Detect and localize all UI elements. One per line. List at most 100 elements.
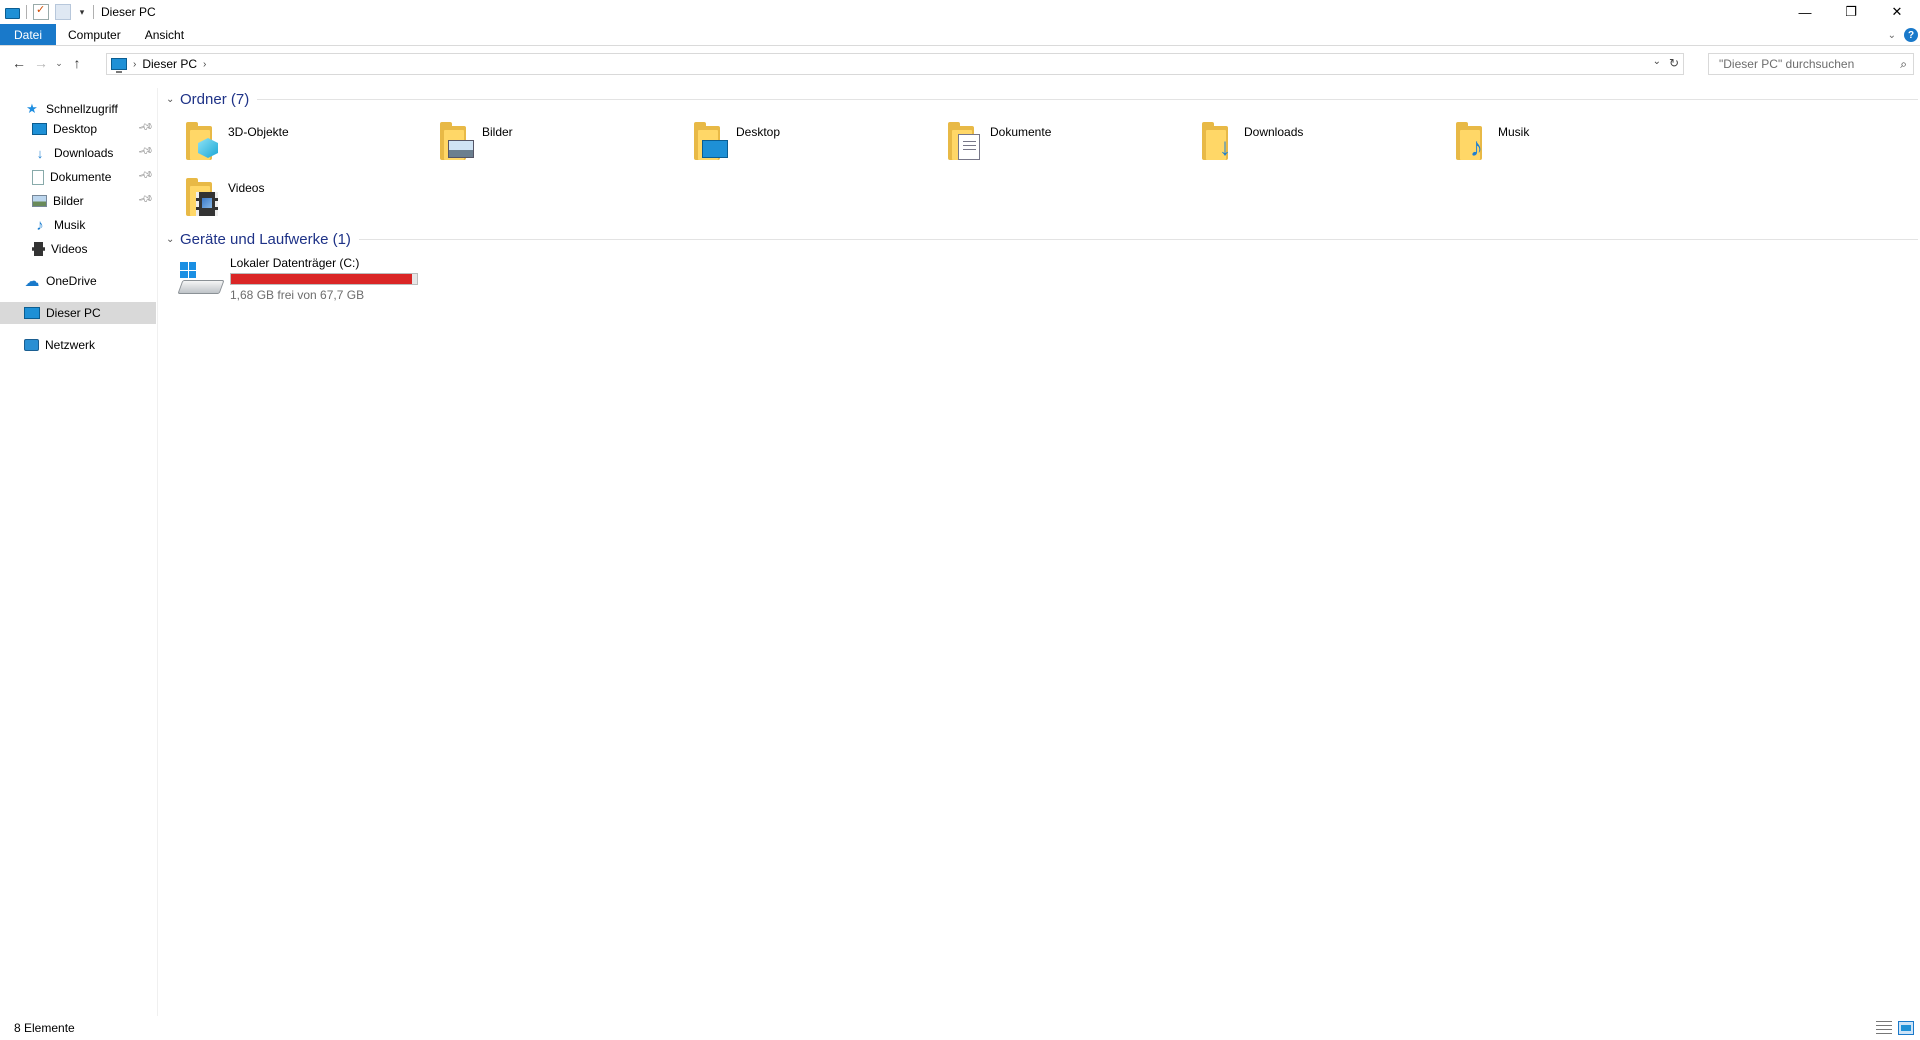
breadcrumb-separator[interactable]: › bbox=[203, 59, 206, 70]
group-divider bbox=[358, 238, 1918, 240]
music-folder-icon: ♪ bbox=[1454, 122, 1492, 162]
folder-tile-3d-objects[interactable]: 3D-Objekte bbox=[184, 120, 424, 168]
properties-icon[interactable] bbox=[33, 3, 49, 20]
nav-label: Downloads bbox=[54, 146, 114, 160]
recent-locations-button[interactable]: ⌄ bbox=[52, 52, 66, 74]
drive-usage-bar bbox=[230, 273, 418, 285]
minimize-button[interactable]: — bbox=[1782, 0, 1828, 24]
group-header-devices[interactable]: ⌄ Geräte und Laufwerke (1) bbox=[166, 230, 1918, 248]
download-arrow-icon: ↓ bbox=[36, 145, 44, 161]
customize-toolbar-dropdown-icon[interactable]: ▾ bbox=[77, 4, 87, 20]
downloads-folder-icon: ↓ bbox=[1200, 122, 1238, 162]
details-view-icon[interactable] bbox=[1876, 1021, 1892, 1035]
tile-label: 3D-Objekte bbox=[228, 125, 289, 139]
tab-file[interactable]: Datei bbox=[0, 24, 57, 45]
desktop-icon bbox=[32, 123, 47, 135]
nav-network[interactable]: Netzwerk bbox=[24, 334, 156, 356]
cloud-icon: ☁ bbox=[24, 273, 40, 290]
up-button[interactable]: ↑ bbox=[66, 52, 88, 74]
collapse-chevron-icon[interactable]: ⌄ bbox=[166, 234, 180, 245]
nav-item-documents[interactable]: Dokumente 📌︎ bbox=[32, 166, 156, 188]
folder-tile-documents[interactable]: Dokumente bbox=[946, 120, 1186, 168]
folder-tile-downloads[interactable]: ↓ Downloads bbox=[1200, 120, 1440, 168]
nav-label: Bilder bbox=[53, 194, 84, 208]
nav-label: Videos bbox=[51, 242, 88, 256]
hard-drive-icon bbox=[177, 262, 225, 298]
drive-tile-c[interactable]: Lokaler Datenträger (C:) 1,68 GB frei vo… bbox=[177, 254, 438, 306]
folder-tile-desktop[interactable]: Desktop bbox=[692, 120, 932, 168]
ribbon-tabs: Datei Computer Ansicht ⌄ ? bbox=[0, 24, 1920, 46]
ribbon-right-controls: ⌄ ? bbox=[1888, 26, 1918, 44]
toolbar-divider bbox=[26, 5, 27, 19]
nav-item-downloads[interactable]: ↓ Downloads 📌︎ bbox=[32, 142, 156, 164]
tile-label: Musik bbox=[1498, 125, 1530, 139]
nav-this-pc[interactable]: Dieser PC bbox=[0, 302, 156, 324]
window-title: Dieser PC bbox=[101, 5, 156, 19]
nav-onedrive[interactable]: ☁ OneDrive bbox=[24, 270, 156, 292]
nav-label: Netzwerk bbox=[45, 338, 96, 352]
navigation-pane: ★ Schnellzugriff Desktop 📌︎ ↓ Downloads … bbox=[0, 88, 158, 1016]
nav-item-desktop[interactable]: Desktop 📌︎ bbox=[32, 118, 156, 140]
desktop-folder-icon bbox=[692, 122, 730, 162]
tiles-view-icon[interactable] bbox=[1898, 1021, 1914, 1035]
tab-view[interactable]: Ansicht bbox=[133, 24, 196, 45]
video-icon bbox=[32, 242, 45, 256]
nav-quick-access[interactable]: ★ Schnellzugriff bbox=[24, 98, 180, 120]
pictures-icon bbox=[32, 195, 47, 207]
content-pane: ⌄ Ordner (7) 3D-Objekte Bilder Desktop D… bbox=[160, 88, 1920, 1016]
tile-label: Dokumente bbox=[990, 125, 1052, 139]
nav-item-videos[interactable]: Videos bbox=[32, 238, 156, 260]
nav-label: Dokumente bbox=[50, 170, 112, 184]
restore-button[interactable]: ❐ bbox=[1828, 0, 1874, 24]
nav-label: Schnellzugriff bbox=[46, 102, 118, 116]
search-icon[interactable]: ⌕ bbox=[1900, 57, 1907, 72]
tile-label: Bilder bbox=[482, 125, 513, 139]
folder-tile-pictures[interactable]: Bilder bbox=[438, 120, 678, 168]
navigation-bar: ← → ⌄ ↑ › Dieser PC › ⌄ ↻ ⌕ bbox=[0, 50, 1920, 76]
search-input[interactable] bbox=[1717, 56, 1887, 72]
document-icon bbox=[32, 169, 44, 185]
address-bar[interactable]: › Dieser PC › ⌄ ↻ bbox=[106, 53, 1684, 75]
pin-icon[interactable]: 📌︎ bbox=[137, 119, 154, 135]
group-divider bbox=[257, 98, 1918, 100]
pin-icon[interactable]: 📌︎ bbox=[137, 191, 154, 207]
star-icon: ★ bbox=[26, 101, 38, 116]
this-pc-icon[interactable] bbox=[5, 7, 20, 19]
nav-label: Musik bbox=[54, 218, 86, 232]
group-header-folders[interactable]: ⌄ Ordner (7) bbox=[166, 90, 1918, 108]
new-folder-icon[interactable] bbox=[55, 4, 71, 20]
documents-folder-icon bbox=[946, 122, 984, 162]
this-pc-icon bbox=[111, 58, 127, 73]
pin-icon[interactable]: 📌︎ bbox=[137, 167, 154, 183]
nav-item-music[interactable]: ♪ Musik bbox=[32, 214, 156, 236]
search-box[interactable]: ⌕ bbox=[1708, 53, 1914, 75]
help-icon[interactable]: ? bbox=[1904, 28, 1918, 42]
breadcrumb-this-pc[interactable]: Dieser PC bbox=[142, 57, 197, 71]
address-dropdown-icon[interactable]: ⌄ bbox=[1653, 56, 1661, 67]
pictures-folder-icon bbox=[438, 122, 476, 162]
network-icon bbox=[24, 339, 39, 351]
nav-label: Desktop bbox=[53, 122, 98, 136]
pin-icon[interactable]: 📌︎ bbox=[137, 143, 154, 159]
breadcrumb-separator[interactable]: › bbox=[133, 59, 136, 70]
tile-label: Videos bbox=[228, 181, 265, 195]
folder-tile-music[interactable]: ♪ Musik bbox=[1454, 120, 1694, 168]
group-title: Geräte und Laufwerke (1) bbox=[180, 230, 351, 248]
status-bar: 8 Elemente bbox=[0, 1016, 1920, 1040]
refresh-icon[interactable]: ↻ bbox=[1669, 56, 1679, 70]
tile-label: Downloads bbox=[1244, 125, 1304, 139]
folder-tile-videos[interactable]: Videos bbox=[184, 176, 424, 224]
collapse-chevron-icon[interactable]: ⌄ bbox=[166, 94, 180, 105]
chevron-down-icon[interactable]: ⌄ bbox=[1888, 30, 1896, 41]
toolbar-divider bbox=[93, 5, 94, 19]
back-button[interactable]: ← bbox=[8, 52, 30, 74]
forward-button[interactable]: → bbox=[30, 52, 52, 74]
nav-label: OneDrive bbox=[46, 274, 97, 288]
nav-item-pictures[interactable]: Bilder 📌︎ bbox=[32, 190, 156, 212]
group-title: Ordner (7) bbox=[180, 90, 250, 108]
music-note-icon: ♪ bbox=[36, 216, 44, 234]
computer-icon bbox=[24, 307, 40, 319]
close-button[interactable]: ✕ bbox=[1874, 0, 1920, 24]
tab-computer[interactable]: Computer bbox=[56, 24, 133, 45]
drive-usage-fill bbox=[231, 274, 413, 284]
